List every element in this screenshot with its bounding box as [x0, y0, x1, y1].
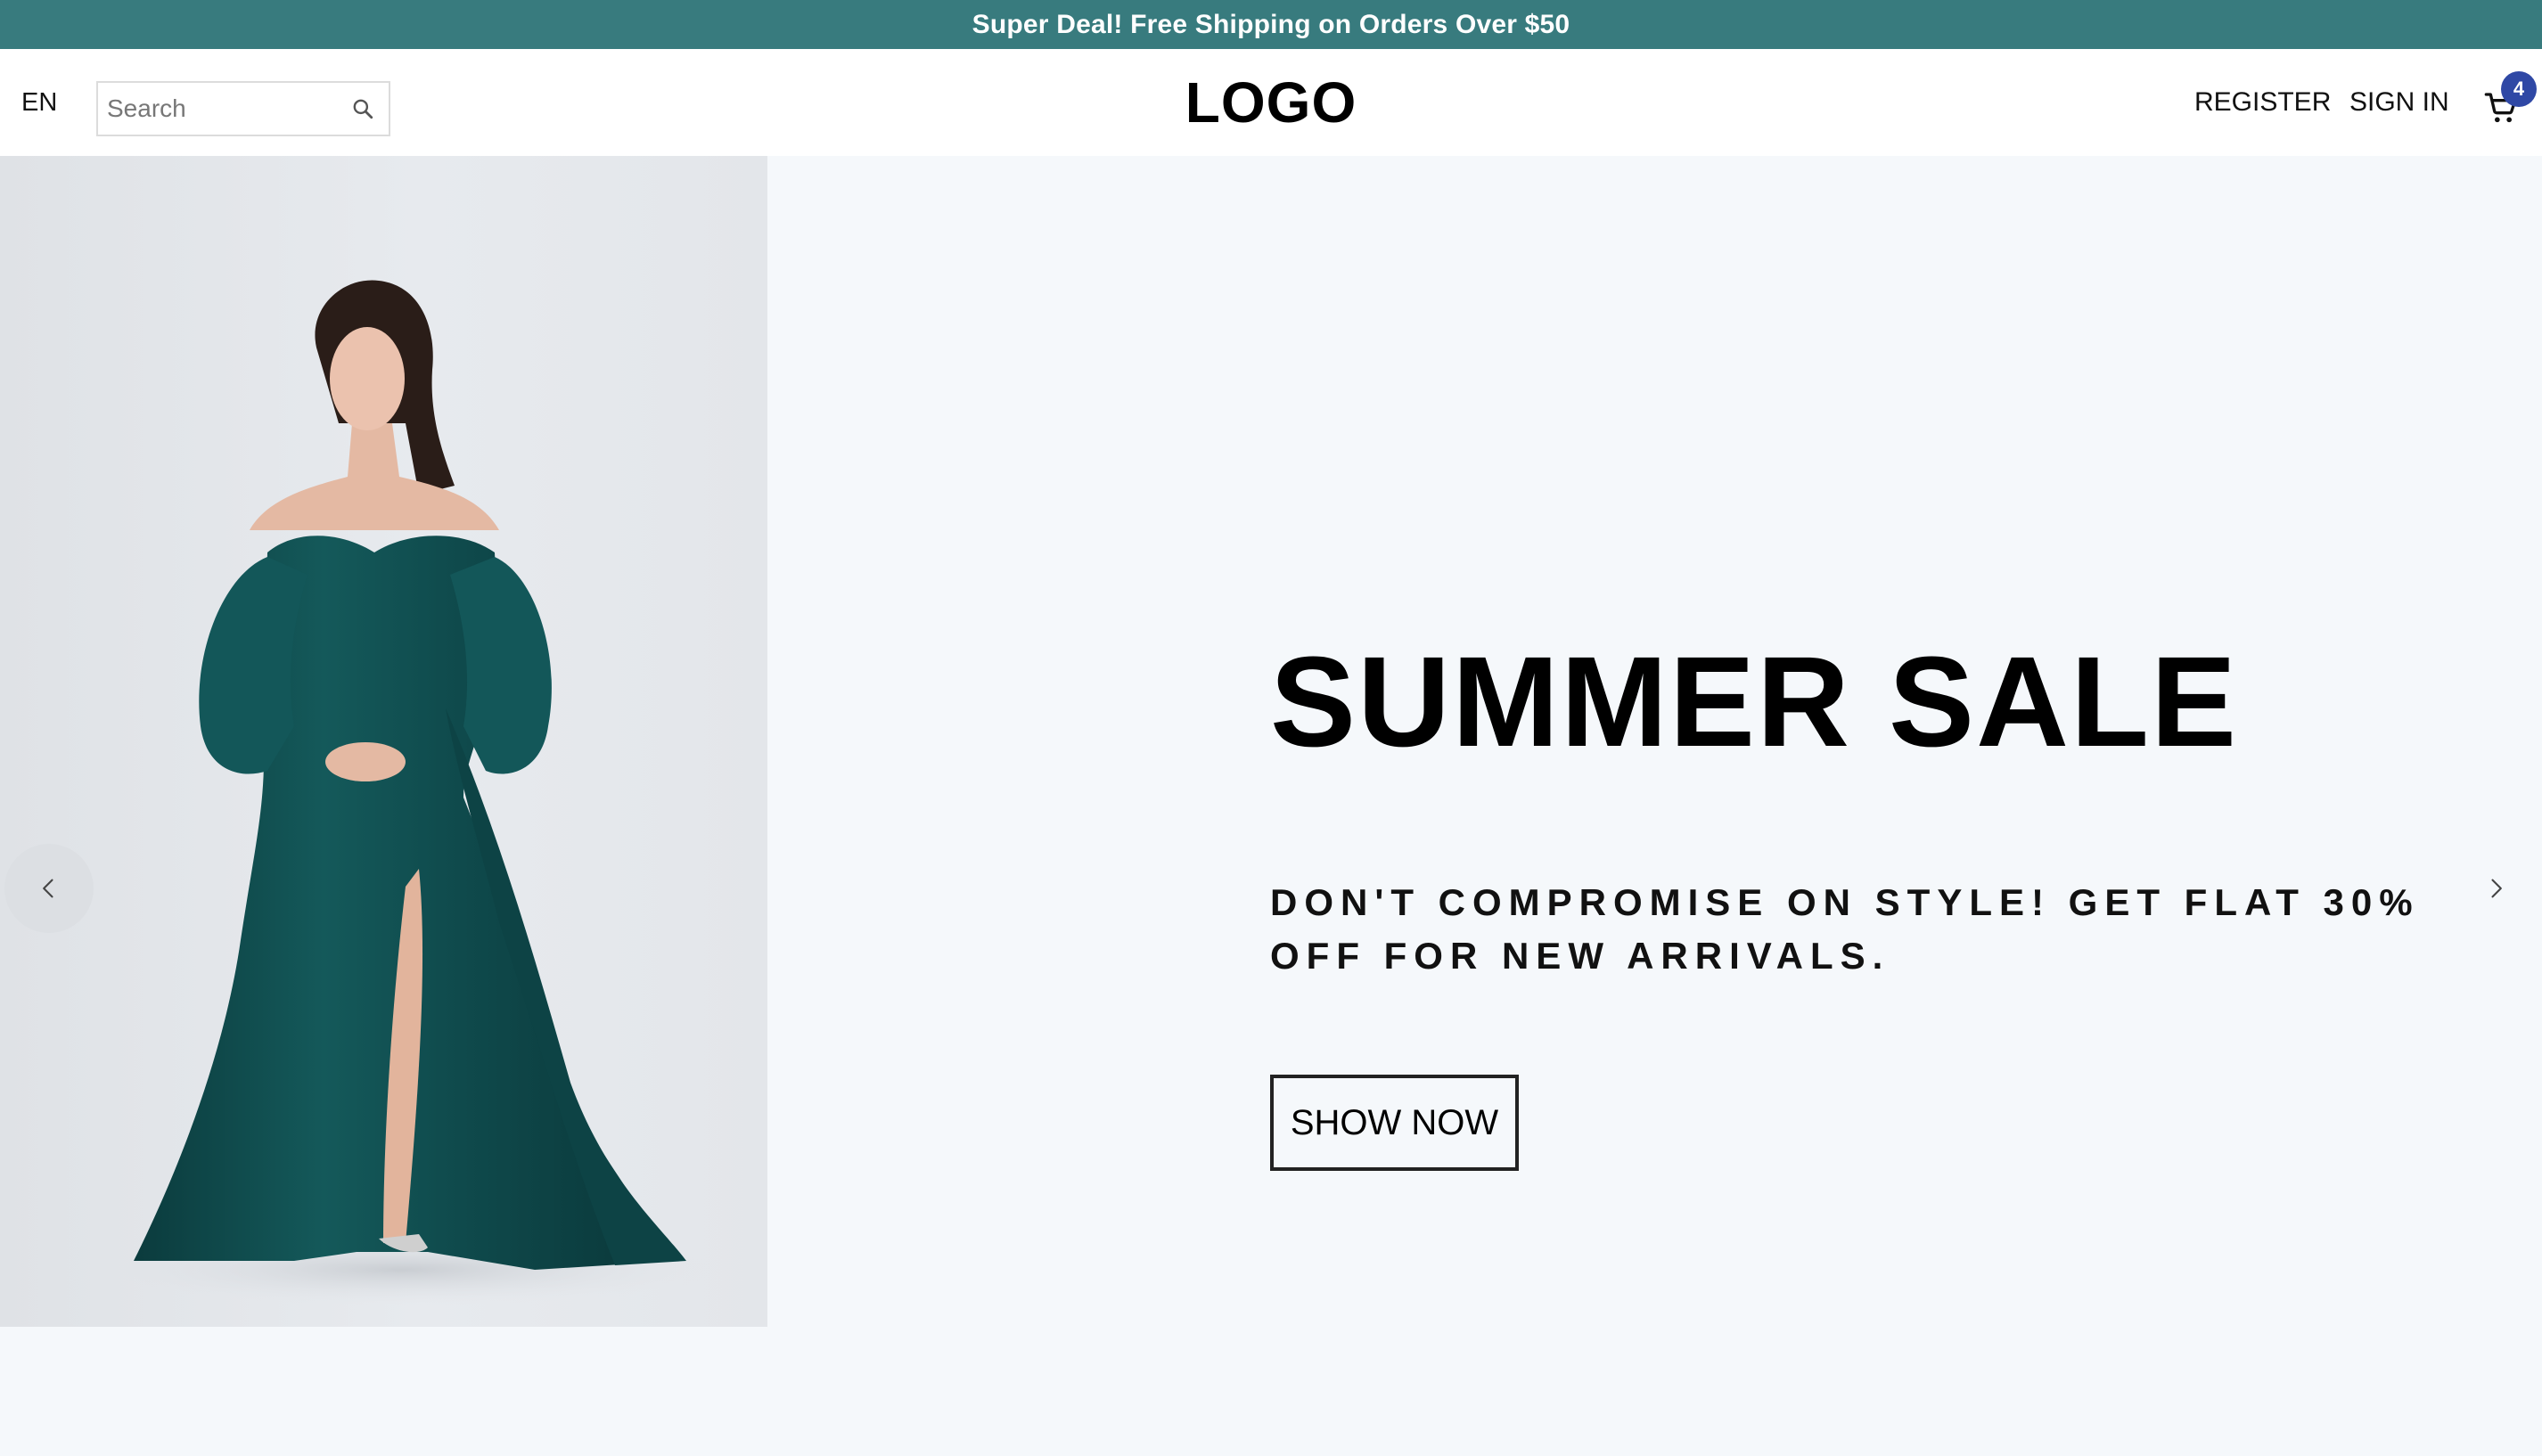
chevron-right-icon[interactable] — [2451, 844, 2540, 933]
chevron-left-icon[interactable] — [4, 844, 94, 933]
announcement-text: Super Deal! Free Shipping on Orders Over… — [972, 9, 1570, 39]
hero-subtitle: DON'T COMPROMISE ON STYLE! GET FLAT 30% … — [1270, 881, 2420, 977]
cart-count-badge: 4 — [2501, 71, 2537, 107]
site-logo[interactable]: LOGO — [1159, 49, 1383, 156]
announcement-bar: Super Deal! Free Shipping on Orders Over… — [0, 0, 2542, 49]
register-link[interactable]: REGISTER — [2194, 49, 2331, 156]
search-input[interactable] — [98, 94, 339, 123]
search-box — [96, 81, 390, 136]
page-bottom-space — [0, 1327, 2542, 1456]
site-header: EN LOGO REGISTER SIGN IN — [0, 49, 2542, 156]
search-icon[interactable] — [349, 95, 376, 122]
sign-in-link[interactable]: SIGN IN — [2349, 49, 2449, 156]
hero-title: SUMMER SALE — [1270, 630, 2239, 773]
show-now-button[interactable]: SHOW NOW — [1270, 1075, 1519, 1171]
hero-banner: SUMMER SALE DON'T COMPROMISE ON STYLE! G… — [0, 156, 2542, 1327]
model-in-green-gown — [80, 280, 722, 1305]
hero-image — [0, 156, 767, 1327]
language-selector[interactable]: EN — [21, 49, 57, 156]
